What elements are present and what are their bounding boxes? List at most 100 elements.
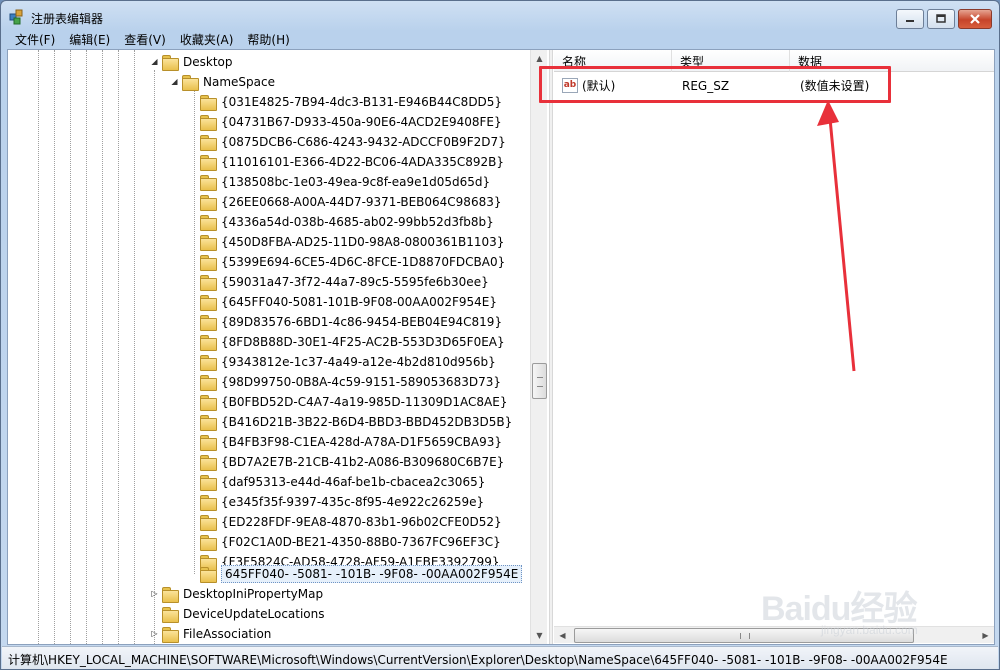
- scrollbar-thumb[interactable]: [532, 363, 547, 399]
- folder-icon: [200, 95, 217, 111]
- tree-item-guid[interactable]: {59031a47-3f72-44a7-89c5-5595fe6b30ee}: [200, 272, 489, 292]
- folder-icon: [162, 627, 179, 643]
- tree-item-label: {645FF040-5081-101B-9F08-00AA002F954E}: [221, 295, 497, 309]
- folder-icon: [200, 175, 217, 191]
- tree-item-label: {4336a54d-038b-4685-ab02-99bb52d3fb8b}: [221, 215, 494, 229]
- tree-item-new-key[interactable]: 645FF040- -5081- -101B- -9F08- -00AA002F…: [200, 564, 523, 584]
- menu-view[interactable]: 查看(V): [116, 32, 172, 48]
- registry-editor-window: 注册表编辑器 文件(F) 编辑(E) 查看(V) 收藏夹(A) 帮助(H) ◢: [0, 0, 1000, 670]
- tree-item-guid[interactable]: {138508bc-1e03-49ea-9c8f-ea9e1d05d65d}: [200, 172, 490, 192]
- expand-icon[interactable]: ▷: [150, 629, 159, 638]
- tree-item-label: {450D8FBA-AD25-11D0-98A8-0800361B1103}: [221, 235, 505, 249]
- menu-help[interactable]: 帮助(H): [239, 32, 295, 48]
- status-bar: 计算机\HKEY_LOCAL_MACHINE\SOFTWARE\Microsof…: [2, 646, 998, 669]
- tree-item-label: {daf95313-e44d-46af-be1b-cbacea2c3065}: [221, 475, 486, 489]
- collapse-icon[interactable]: ◢: [150, 57, 159, 66]
- tree-item-guid[interactable]: {031E4825-7B94-4dc3-B131-E946B44C8DD5}: [200, 92, 502, 112]
- tree-item-guid[interactable]: {F02C1A0D-BE21-4350-88B0-7367FC96EF3C}: [200, 532, 501, 552]
- folder-icon: [200, 335, 217, 351]
- tree-guide-line: [154, 70, 155, 644]
- folder-icon: [200, 567, 217, 583]
- tree-item-label: {26EE0668-A00A-44D7-9371-BEB064C98683}: [221, 195, 502, 209]
- tree-item-label: {89D83576-6BD1-4c86-9454-BEB04E94C819}: [221, 315, 503, 329]
- close-button[interactable]: [958, 9, 992, 29]
- collapse-icon[interactable]: ◢: [170, 77, 179, 86]
- tree-item-label: {5399E694-6CE5-4D6C-8FCE-1D8870FDCBA0}: [221, 255, 506, 269]
- scroll-down-icon[interactable]: ▼: [531, 627, 548, 644]
- tree-item-guid[interactable]: {645FF040-5081-101B-9F08-00AA002F954E}: [200, 292, 497, 312]
- tree-item-label: {59031a47-3f72-44a7-89c5-5595fe6b30ee}: [221, 275, 489, 289]
- tree-item-label: {ED228FDF-9EA8-4870-83b1-96b02CFE0D52}: [221, 515, 502, 529]
- tree-item-guid[interactable]: {04731B67-D933-450a-90E6-4ACD2E9408FE}: [200, 112, 502, 132]
- tree-item-guid[interactable]: {11016101-E366-4D22-BC06-4ADA335C892B}: [200, 152, 504, 172]
- close-icon: [970, 14, 980, 24]
- minimize-icon: [906, 20, 914, 22]
- tree-item-guid[interactable]: {98D99750-0B8A-4c59-9151-589053683D73}: [200, 372, 501, 392]
- registry-editor-icon: [9, 9, 23, 25]
- tree-item-guid[interactable]: {daf95313-e44d-46af-be1b-cbacea2c3065}: [200, 472, 485, 492]
- tree-item-guid[interactable]: {B0FBD52D-C4A7-4a19-985D-11309D1AC8AE}: [200, 392, 507, 412]
- tree-item-guid[interactable]: {9343812e-1c37-4a49-a12e-4b2d810d956b}: [200, 352, 496, 372]
- tree-item-guid[interactable]: {450D8FBA-AD25-11D0-98A8-0800361B1103}: [200, 232, 504, 252]
- tree-guide-line: [70, 50, 71, 644]
- value-list-pane[interactable]: 名称 类型 数据 ab (默认) REG_SZ (数值未设置) ◀ ▶: [554, 50, 994, 644]
- tree-item-guid[interactable]: {ED228FDF-9EA8-4870-83b1-96b02CFE0D52}: [200, 512, 502, 532]
- key-tree-pane[interactable]: ◢ Desktop ◢ NameSpace {031E4825-7B94-4dc…: [8, 50, 549, 644]
- title-bar[interactable]: 注册表编辑器: [1, 1, 999, 31]
- tree-item-guid[interactable]: {89D83576-6BD1-4c86-9454-BEB04E94C819}: [200, 312, 502, 332]
- pane-splitter[interactable]: [549, 50, 553, 644]
- folder-open-icon: [182, 75, 199, 91]
- tree-item-deviceupdatelocations[interactable]: DeviceUpdateLocations: [162, 604, 325, 624]
- folder-icon: [200, 375, 217, 391]
- tree-guide-line: [118, 50, 119, 644]
- tree-item-fileassociation[interactable]: FileAssociation: [162, 624, 271, 644]
- folder-icon: [200, 235, 217, 251]
- folder-icon: [200, 415, 217, 431]
- tree-item-label: {98D99750-0B8A-4c59-9151-589053683D73}: [221, 375, 501, 389]
- tree-item-guid[interactable]: {B4FB3F98-C1EA-428d-A78A-D1F5659CBA93}: [200, 432, 502, 452]
- tree-guide-line: [102, 50, 103, 644]
- menu-file[interactable]: 文件(F): [7, 32, 61, 48]
- folder-icon: [200, 135, 217, 151]
- menu-edit[interactable]: 编辑(E): [61, 32, 116, 48]
- folder-icon: [200, 295, 217, 311]
- folder-icon: [200, 535, 217, 551]
- tree-item-guid[interactable]: {26EE0668-A00A-44D7-9371-BEB064C98683}: [200, 192, 501, 212]
- tree-item-guid[interactable]: {e345f35f-9397-435c-8f95-4e922c26259e}: [200, 492, 484, 512]
- tree-item-namespace[interactable]: NameSpace: [182, 72, 275, 92]
- tree-item-label: {031E4825-7B94-4dc3-B131-E946B44C8DD5}: [221, 95, 503, 109]
- folder-icon: [200, 255, 217, 271]
- menu-favorites[interactable]: 收藏夹(A): [172, 32, 240, 48]
- folder-icon: [162, 607, 179, 623]
- folder-icon: [200, 275, 217, 291]
- watermark-url: jingyan.baidu.com: [821, 623, 918, 637]
- folder-icon: [200, 475, 217, 491]
- maximize-button[interactable]: [927, 9, 955, 29]
- tree-item-guid[interactable]: {5399E694-6CE5-4D6C-8FCE-1D8870FDCBA0}: [200, 252, 505, 272]
- minimize-button[interactable]: [896, 9, 924, 29]
- tree-guide-line: [38, 50, 39, 644]
- tree-item-label: {04731B67-D933-450a-90E6-4ACD2E9408FE}: [221, 115, 502, 129]
- tree-item-label: {F02C1A0D-BE21-4350-88B0-7367FC96EF3C}: [221, 535, 501, 549]
- folder-icon: [200, 495, 217, 511]
- tree-item-label: {e345f35f-9397-435c-8f95-4e922c26259e}: [221, 495, 485, 509]
- tree-item-guid[interactable]: {BD7A2E7B-21CB-41b2-A086-B309680C6B7E}: [200, 452, 504, 472]
- annotation-arrow-icon: [817, 100, 856, 372]
- folder-icon: [200, 355, 217, 371]
- tree-item-label: {11016101-E366-4D22-BC06-4ADA335C892B}: [221, 155, 505, 169]
- tree-guide-line: [194, 90, 195, 574]
- tree-item-label: {BD7A2E7B-21CB-41b2-A086-B309680C6B7E}: [221, 455, 505, 469]
- tree-item-guid[interactable]: {8FD8B88D-30E1-4F25-AC2B-553D3D65F0EA}: [200, 332, 505, 352]
- tree-item-guid[interactable]: {4336a54d-038b-4685-ab02-99bb52d3fb8b}: [200, 212, 494, 232]
- tree-guide-line: [54, 50, 55, 644]
- folder-icon: [200, 395, 217, 411]
- expand-icon[interactable]: ▷: [150, 589, 159, 598]
- tree-item-desktopinipropertymap[interactable]: DesktopIniPropertyMap: [162, 584, 323, 604]
- tree-item-guid[interactable]: {B416D21B-3B22-B6D4-BBD3-BBD452DB3D5B}: [200, 412, 512, 432]
- folder-icon: [200, 195, 217, 211]
- tree-item-desktop[interactable]: Desktop: [162, 52, 233, 72]
- scroll-left-icon[interactable]: ◀: [554, 627, 571, 644]
- tree-item-guid[interactable]: {0875DCB6-C686-4243-9432-ADCCF0B9F2D7}: [200, 132, 506, 152]
- scroll-up-icon[interactable]: ▲: [531, 50, 548, 67]
- tree-vertical-scrollbar[interactable]: ▲ ▼: [530, 50, 547, 644]
